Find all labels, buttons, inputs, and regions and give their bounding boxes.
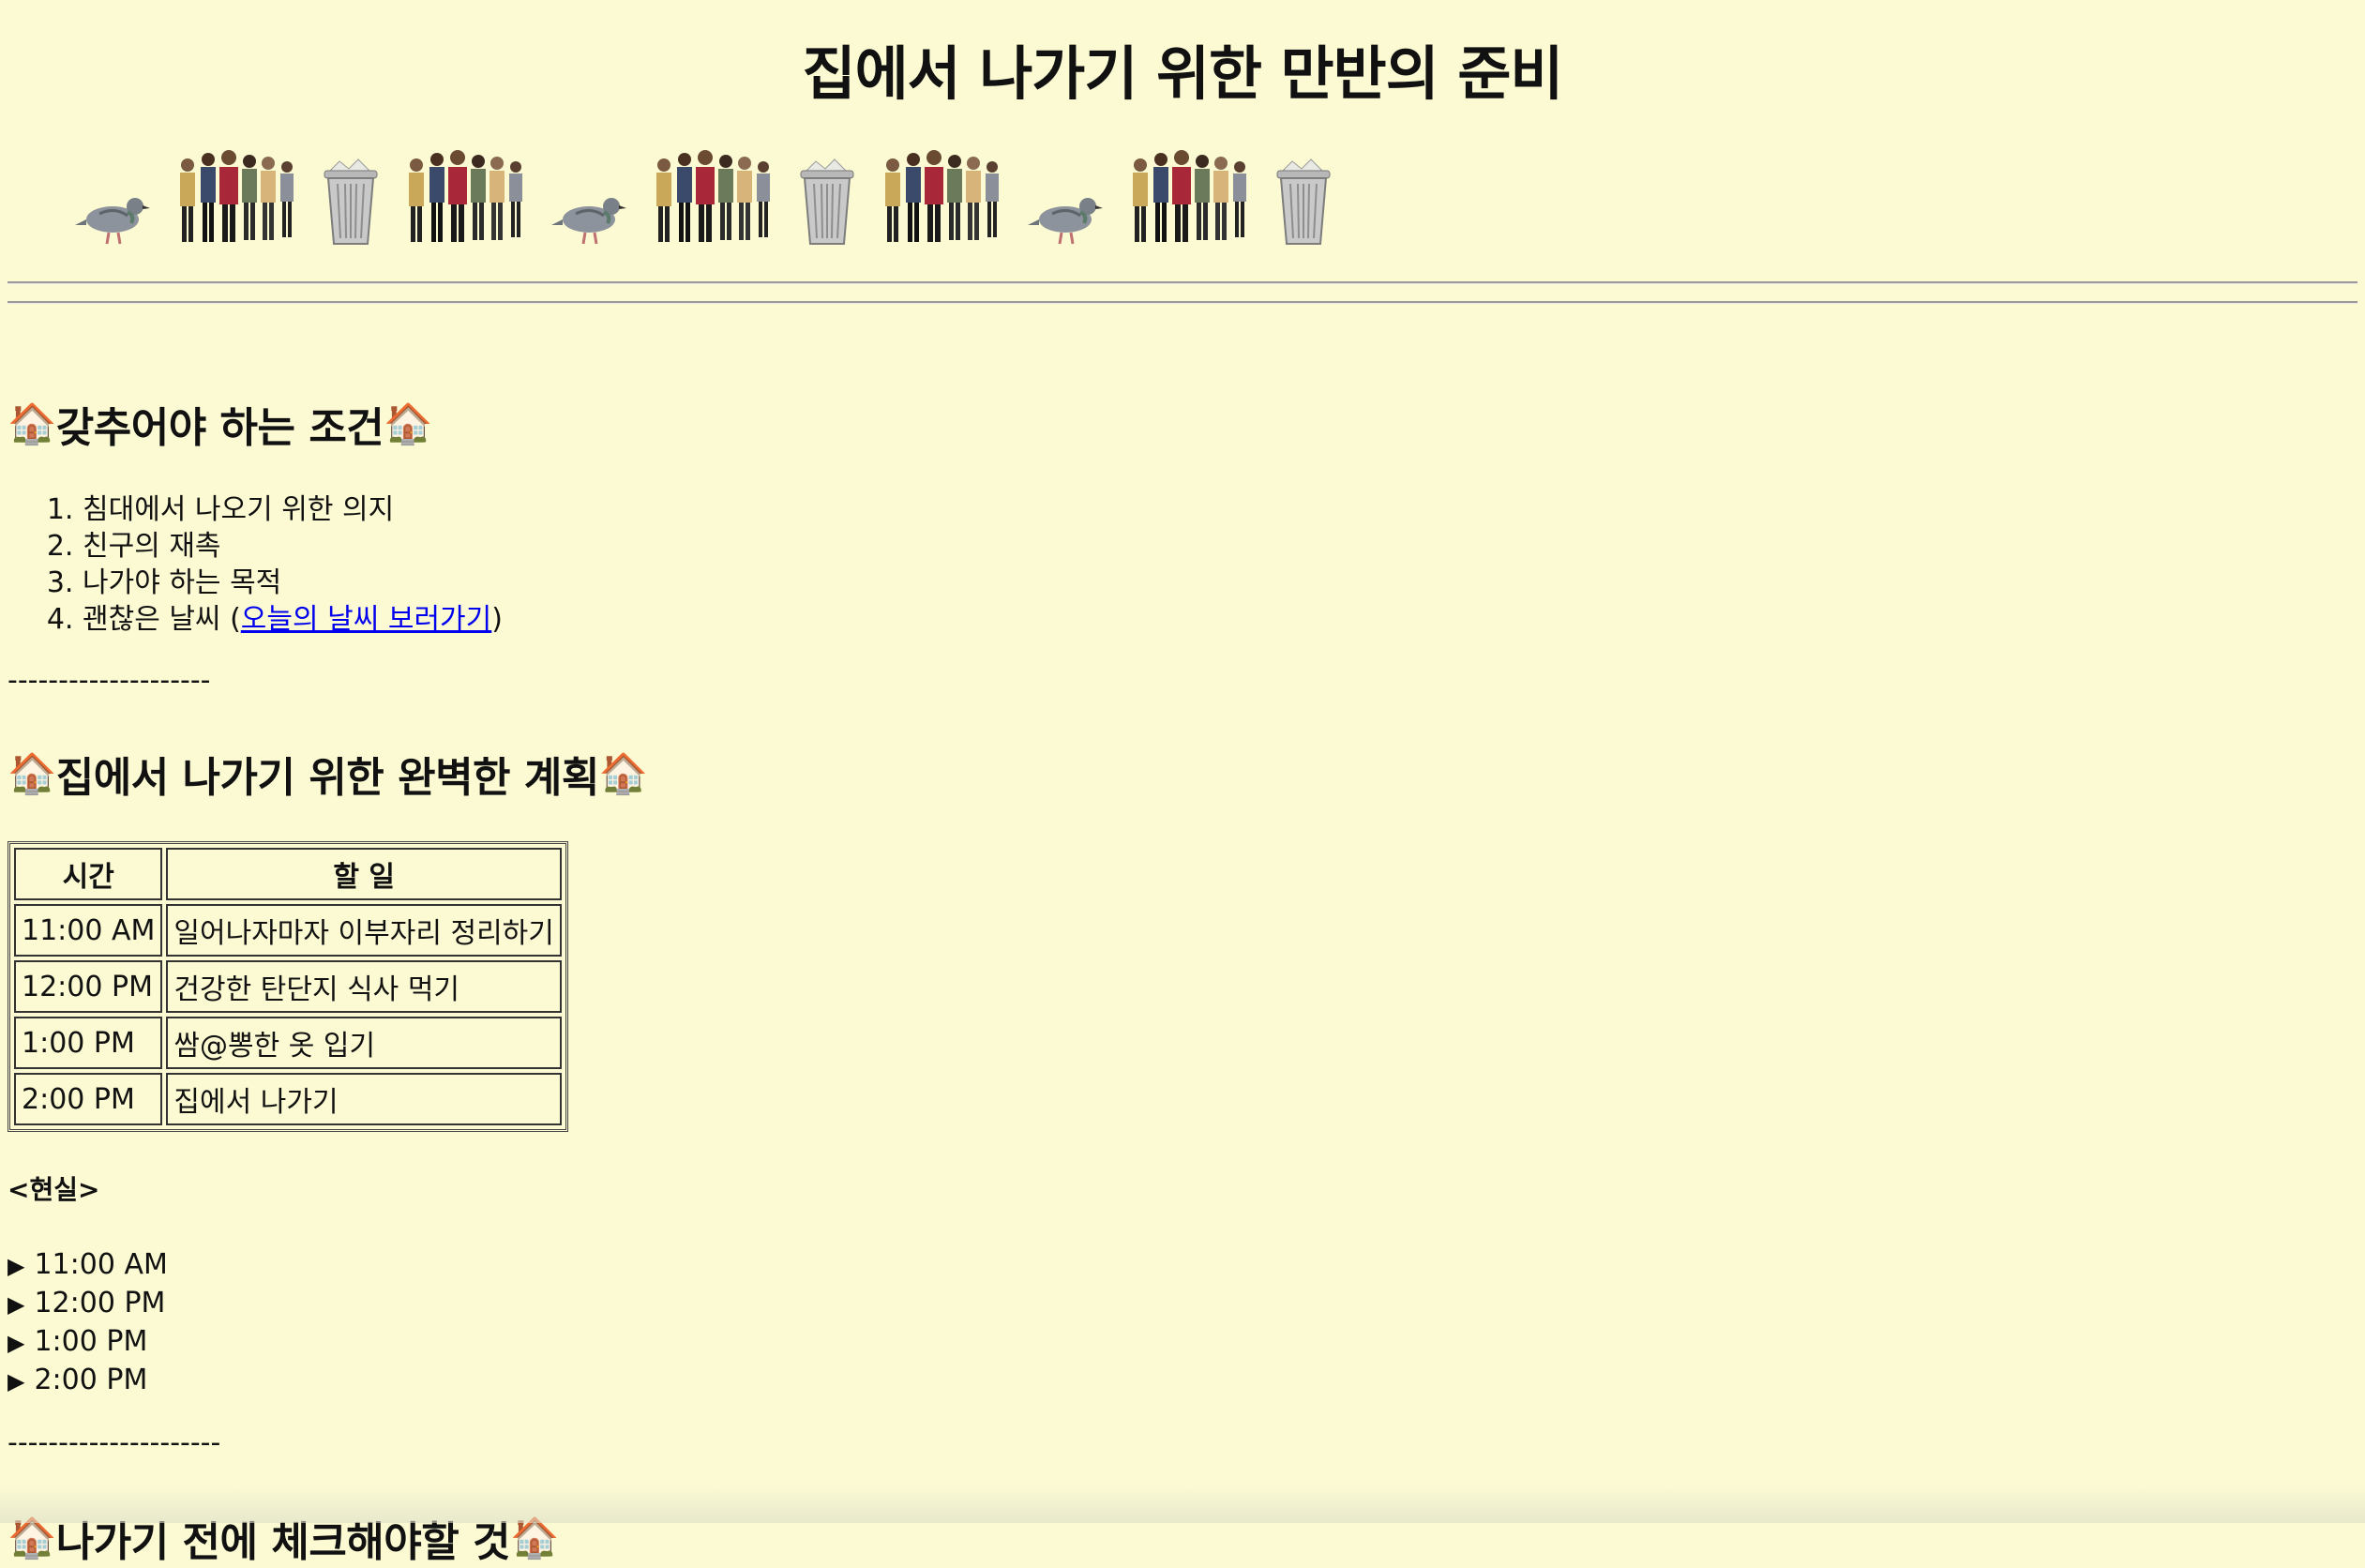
table-cell-time: 2:00 PM [14,1073,163,1125]
pigeon-icon [1028,198,1103,245]
play-triangle-icon: ▶ [8,1368,25,1395]
pigeon-icon [551,198,626,245]
conditions-list: 침대에서 나오기 위한 의지 친구의 재촉 나가야 하는 목적 괜찮은 날씨 (… [8,491,2357,638]
house-icon: 🏠 [384,400,433,446]
plan-table: 시간 할 일 11:00 AM 일어나자마자 이부자리 정리하기 12:00 P… [8,841,568,1132]
table-header-row: 시간 할 일 [14,848,562,900]
table-row: 11:00 AM 일어나자마자 이부자리 정리하기 [14,904,562,957]
disclosure-label: 2:00 PM [34,1364,148,1396]
disclosure-item[interactable]: ▶ 1:00 PM [8,1323,2357,1362]
page: 집에서 나가기 위한 만반의 준비 🏠 갖추어야 하는 조건 🏠 1. 침대에서… [0,0,2365,1568]
list-item: 나가야 하는 목적 [83,565,2357,601]
house-icon: 🏠 [8,1515,56,1560]
table-cell-time: 11:00 AM [14,904,163,957]
list-item-text: 침대에서 나오기 위한 의지 [83,493,395,526]
list-item: 괜찮은 날씨 (오늘의 날씨 보러가기) [83,601,2357,638]
disclosure-item[interactable]: ▶ 2:00 PM [8,1362,2357,1400]
table-cell-time: 12:00 PM [14,960,163,1013]
weather-link[interactable]: 오늘의 날씨 보러가기 [241,603,491,636]
disclosure-label: 1:00 PM [34,1325,148,1358]
table-row: 2:00 PM 집에서 나가기 [14,1073,562,1125]
table-cell-task: 집에서 나가기 [166,1073,562,1125]
list-item-text: ) [491,603,503,636]
play-triangle-icon: ▶ [8,1253,25,1279]
list-item: 침대에서 나오기 위한 의지 [83,491,2357,528]
reality-list: ▶ 11:00 AM ▶ 12:00 PM ▶ 1:00 PM ▶ 2:00 PM [8,1246,2357,1400]
list-item-text: 괜찮은 날씨 ( [83,603,241,636]
conditions-heading-text: 갖추어야 하는 조건 [55,404,384,452]
house-icon: 🏠 [510,1515,559,1560]
pigeon-icon [75,198,150,245]
plan-heading-text: 집에서 나가기 위한 완벽한 계획 [55,754,600,802]
table-cell-task: 건강한 탄단지 식사 먹기 [166,960,562,1013]
play-triangle-icon: ▶ [8,1291,25,1318]
play-triangle-icon: ▶ [8,1330,25,1356]
list-item-text: 친구의 재촉 [83,530,221,563]
text-divider: --------------------- [8,1426,221,1459]
checklist-heading-text: 나가기 전에 체크해야할 것 [55,1518,511,1566]
trash-can-icon [800,158,854,245]
crowd-icon [409,150,522,242]
crowd-icon [1133,150,1246,242]
trash-can-icon [324,158,378,245]
crowd-icon [656,150,770,242]
disclosure-label: 12:00 PM [34,1287,166,1319]
table-cell-task: 쌈@뽕한 옷 입기 [166,1017,562,1069]
house-icon: 🏠 [8,750,56,796]
crowd-icon [885,150,999,242]
image-strip [8,144,2357,248]
page-title: 집에서 나가기 위한 만반의 준비 [802,39,1564,108]
list-item-text: 나가야 하는 목적 [83,566,282,599]
disclosure-label: 11:00 AM [34,1248,168,1281]
crowd-icon [180,150,294,242]
table-row: 12:00 PM 건강한 탄단지 식사 먹기 [14,960,562,1013]
reality-title: <현실> [8,1174,100,1205]
column-header-time: 시간 [14,848,163,900]
table-cell-time: 1:00 PM [14,1017,163,1069]
trash-can-icon [1276,158,1331,245]
plan-heading: 🏠 집에서 나가기 위한 완벽한 계획 🏠 [8,744,2357,804]
checklist-heading: 🏠 나가기 전에 체크해야할 것 🏠 [8,1508,2357,1568]
house-icon: 🏠 [8,400,56,446]
conditions-heading: 🏠 갖추어야 하는 조건 🏠 [8,394,2357,454]
table-cell-task: 일어나자마자 이부자리 정리하기 [166,904,562,957]
disclosure-item[interactable]: ▶ 11:00 AM [8,1246,2357,1285]
horizontal-rule [8,281,2357,284]
house-icon: 🏠 [598,750,648,796]
horizontal-rule [8,301,2357,304]
column-header-task: 할 일 [166,848,562,900]
text-divider: -------------------- [8,664,211,697]
disclosure-item[interactable]: ▶ 12:00 PM [8,1285,2357,1323]
table-row: 1:00 PM 쌈@뽕한 옷 입기 [14,1017,562,1069]
list-item: 친구의 재촉 [83,528,2357,565]
